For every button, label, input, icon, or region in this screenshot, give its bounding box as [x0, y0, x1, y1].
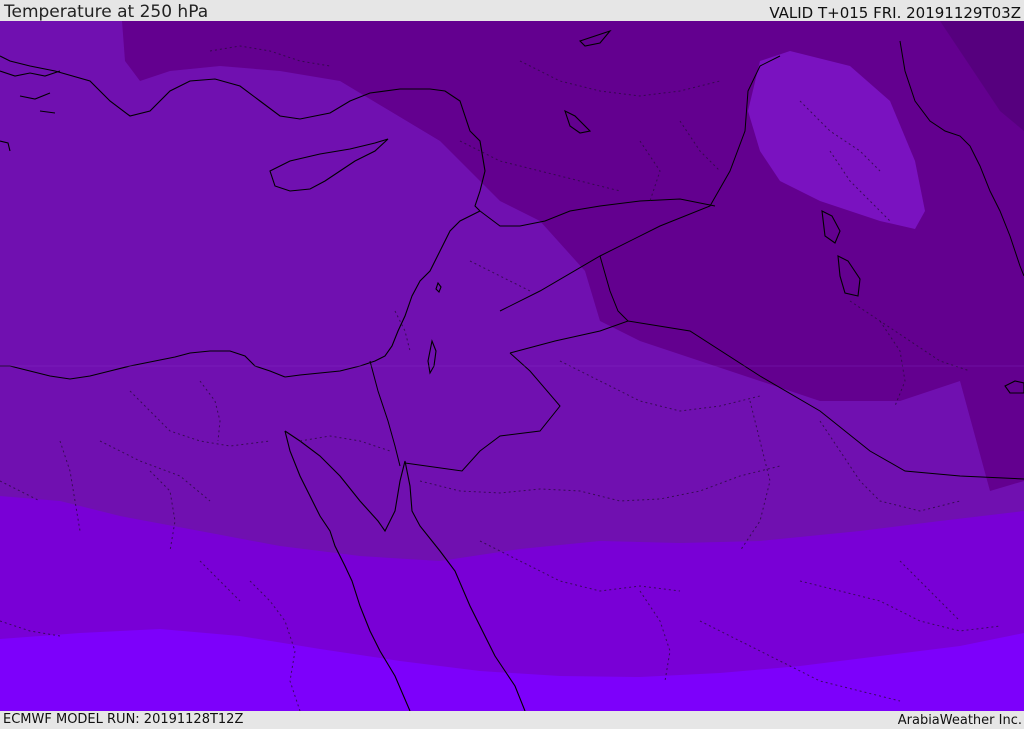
- weather-map-figure: Temperature at 250 hPa VALID T+015 FRI. …: [0, 0, 1024, 729]
- credit-label: ArabiaWeather Inc.: [897, 713, 1022, 728]
- header-bar: Temperature at 250 hPa VALID T+015 FRI. …: [0, 0, 1024, 22]
- map-title: Temperature at 250 hPa: [4, 2, 209, 22]
- temperature-map: [0, 21, 1024, 711]
- footer-bar: ECMWF MODEL RUN: 20191128T12Z ArabiaWeat…: [0, 711, 1024, 729]
- valid-time: VALID T+015 FRI. 20191129T03Z: [769, 4, 1021, 22]
- model-run-label: ECMWF MODEL RUN: 20191128T12Z: [3, 712, 244, 727]
